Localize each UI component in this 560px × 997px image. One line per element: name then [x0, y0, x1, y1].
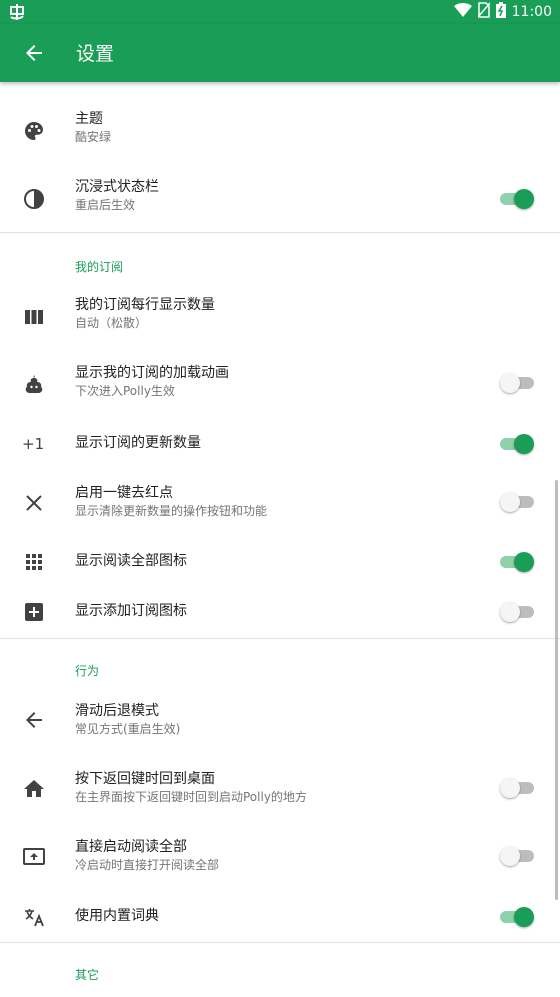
setting-title: 我的订阅每行显示数量 [75, 297, 215, 313]
setting-summary: 酷安绿 [75, 130, 112, 144]
setting-builtin-dictionary[interactable]: 使用内置词典 [0, 892, 560, 942]
palette-icon [22, 119, 46, 143]
back-to-desktop-toggle[interactable] [500, 778, 534, 798]
settings-list[interactable]: 主题 酷安绿 沉浸式状态栏 重启后生效 我的订阅 我的订阅每行显示数量 自动（松… [0, 82, 560, 997]
add-box-icon [22, 600, 46, 624]
update-count-toggle[interactable] [500, 434, 534, 454]
section-header-other: 其它 [75, 968, 100, 982]
setting-title: 显示订阅的更新数量 [75, 435, 201, 451]
setting-show-read-all-icon[interactable]: 显示阅读全部图标 [0, 538, 560, 586]
setting-summary: 自动（松散） [75, 316, 148, 330]
close-icon [22, 491, 46, 515]
setting-theme[interactable]: 主题 酷安绿 [0, 100, 560, 162]
setting-title: 显示阅读全部图标 [75, 553, 187, 569]
load-animation-toggle[interactable] [500, 373, 534, 393]
setting-update-count[interactable]: +1 显示订阅的更新数量 [0, 420, 560, 468]
status-bar: 11:00 [0, 0, 560, 24]
setting-subscriptions-per-row[interactable]: 我的订阅每行显示数量 自动（松散） [0, 284, 560, 346]
launch-read-all-toggle[interactable] [500, 846, 534, 866]
dictionary-toggle[interactable] [500, 907, 534, 927]
toolbar: 设置 [0, 24, 560, 82]
setting-summary: 常见方式(重启生效) [75, 722, 181, 736]
contrast-icon [22, 187, 46, 211]
setting-clear-red-dots[interactable]: 启用一键去红点 显示清除更新数量的操作按钮和功能 [0, 474, 560, 530]
arrow-left-icon [22, 708, 46, 732]
setting-launch-read-all[interactable]: 直接启动阅读全部 冷启动时直接打开阅读全部 [0, 826, 560, 888]
add-subscription-icon-toggle[interactable] [500, 602, 534, 622]
setting-title: 滑动后退模式 [75, 703, 159, 719]
setting-immersive-status-bar[interactable]: 沉浸式状态栏 重启后生效 [0, 168, 560, 230]
setting-title: 使用内置词典 [75, 908, 159, 924]
setting-title: 显示添加订阅图标 [75, 603, 187, 619]
battery-charging-icon [495, 2, 506, 22]
translate-icon [22, 905, 46, 929]
home-icon [22, 777, 46, 801]
page-title: 设置 [76, 43, 115, 65]
app-notification-icon [8, 3, 26, 25]
read-all-icon-toggle[interactable] [500, 552, 534, 572]
divider [0, 942, 560, 943]
clear-dots-toggle[interactable] [500, 492, 534, 512]
setting-title: 启用一键去红点 [75, 485, 173, 501]
setting-summary: 在主界面按下返回键时回到启动Polly的地方 [75, 790, 307, 804]
setting-summary: 冷启动时直接打开阅读全部 [75, 858, 220, 872]
setting-summary: 下次进入Polly生效 [75, 384, 175, 398]
setting-summary: 显示清除更新数量的操作按钮和功能 [75, 504, 268, 518]
poop-icon [22, 372, 46, 396]
setting-swipe-back-mode[interactable]: 滑动后退模式 常见方式(重启生效) [0, 688, 560, 750]
grid-icon [22, 550, 46, 574]
wifi-icon [453, 2, 472, 22]
setting-title: 按下返回键时回到桌面 [75, 771, 215, 787]
columns-icon [22, 305, 46, 329]
setting-title: 主题 [75, 111, 103, 127]
immersive-toggle[interactable] [500, 189, 534, 209]
setting-title: 显示我的订阅的加载动画 [75, 365, 229, 381]
plus-one-icon: +1 [22, 435, 45, 453]
divider [0, 232, 560, 233]
setting-title: 沉浸式状态栏 [75, 179, 159, 195]
setting-back-to-desktop[interactable]: 按下返回键时回到桌面 在主界面按下返回键时回到启动Polly的地方 [0, 756, 560, 818]
back-arrow-icon[interactable] [22, 41, 46, 65]
scrollbar[interactable] [555, 480, 558, 900]
setting-title: 直接启动阅读全部 [75, 839, 187, 855]
setting-show-add-subscription-icon[interactable]: 显示添加订阅图标 [0, 588, 560, 636]
no-sim-icon [477, 2, 491, 22]
clock: 11:00 [511, 4, 552, 20]
setting-summary: 重启后生效 [75, 198, 136, 212]
divider [0, 638, 560, 639]
setting-load-animation[interactable]: 显示我的订阅的加载动画 下次进入Polly生效 [0, 352, 560, 414]
section-header-subscriptions: 我的订阅 [75, 260, 124, 274]
section-header-behavior: 行为 [75, 664, 100, 678]
screen-share-icon [22, 845, 46, 869]
